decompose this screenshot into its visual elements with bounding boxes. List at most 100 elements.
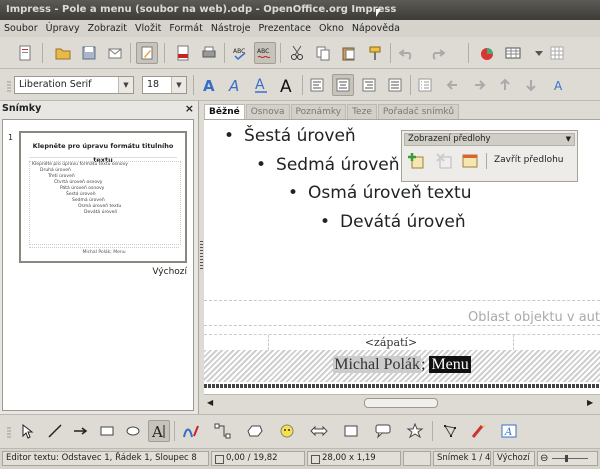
master-view-title-bar[interactable]: Zobrazení předlohy ▼ [404,133,575,146]
callouts-icon[interactable] [372,420,394,442]
zoom-slider[interactable]: ⊖ [537,451,598,466]
menu-napoveda[interactable]: Nápověda [348,23,404,34]
edit-file-icon[interactable] [136,42,158,64]
bold-icon[interactable]: A [198,74,220,96]
menu-nastroje[interactable]: Nástroje [207,23,255,34]
line-arrow-icon[interactable] [70,420,92,442]
arrow-right-icon[interactable] [468,74,490,96]
footer-text[interactable]: Michal Polák; Menu [204,356,600,374]
font-size-combo[interactable]: 18 ▼ [142,76,187,94]
redo-icon[interactable] [426,42,448,64]
horizontal-scrollbar[interactable]: ◀ ▶ [204,394,600,411]
window-title-bar[interactable]: Impress - Pole a menu (soubor na web).od… [0,0,600,20]
menu-zobrazit[interactable]: Zobrazit [84,23,131,34]
toolbar-grip-icon[interactable] [4,77,14,99]
paste-icon[interactable] [338,42,360,64]
autospellcheck-icon[interactable]: ABC [254,42,276,64]
slides-list[interactable]: 1 Klepněte pro úpravu formátu titulního … [2,119,194,411]
close-icon[interactable]: × [185,102,194,115]
select-arrow-icon[interactable] [16,420,38,442]
italic-icon[interactable]: A [224,74,246,96]
scroll-left-icon[interactable]: ◀ [207,398,213,407]
new-master-icon[interactable] [406,151,426,171]
align-left-icon[interactable] [306,74,328,96]
stars-icon[interactable] [404,420,426,442]
zoom-track[interactable] [552,458,588,459]
menu-format[interactable]: Formát [165,23,206,34]
close-master-view-button[interactable]: Zavřít předlohu [494,155,563,165]
mouse-cursor-icon [376,9,381,17]
fontwork-icon[interactable] [468,420,490,442]
rename-master-icon[interactable] [460,151,480,171]
footer-selected-text[interactable]: Menu [429,356,471,373]
splitter-grip-icon[interactable] [200,241,203,271]
menu-prezentace[interactable]: Prezentace [254,23,315,34]
text-frame-icon[interactable]: A [498,420,520,442]
underline-icon[interactable]: A [250,74,272,96]
line-tool-icon[interactable] [44,420,66,442]
outline-level-6[interactable]: • Šestá úroveň [224,126,356,146]
font-name-value: Liberation Serif [19,79,92,90]
justify-icon[interactable] [384,74,406,96]
menu-okno[interactable]: Okno [315,23,348,34]
text-tool-icon[interactable]: A [148,420,170,442]
connector-tool-icon[interactable] [212,420,234,442]
tab-teze[interactable]: Teze [347,104,377,119]
zoom-handle[interactable] [565,455,568,462]
rectangle-tool-icon[interactable] [96,420,118,442]
table-icon[interactable] [502,42,524,64]
bullets-icon[interactable] [414,74,436,96]
export-pdf-icon[interactable] [172,42,194,64]
toolbar-grip-icon[interactable] [4,423,14,445]
points-edit-icon[interactable] [440,420,462,442]
delete-master-icon[interactable] [434,151,454,171]
menu-soubor[interactable]: Soubor [0,23,42,34]
outline-level-9[interactable]: • Devátá úroveň [320,212,466,232]
chevron-down-icon[interactable]: ▼ [171,77,186,93]
chevron-down-icon[interactable]: ▼ [566,134,571,145]
save-icon[interactable] [78,42,100,64]
display-grid-icon[interactable] [546,42,568,64]
open-folder-icon[interactable] [52,42,74,64]
menu-upravy[interactable]: Úpravy [42,23,84,34]
outline-level-8[interactable]: • Osmá úroveň textu [288,183,471,203]
tab-osnova[interactable]: Osnova [245,104,290,119]
tab-poradac-snimku[interactable]: Pořadač snímků [377,104,460,119]
slide-canvas[interactable]: • Šestá úroveň • Sedmá úroveň • Osmá úroveň… [204,119,600,395]
arrow-left-icon[interactable] [442,74,464,96]
symbol-shapes-icon[interactable] [276,420,298,442]
zoom-out-icon[interactable]: ⊖ [540,452,548,465]
chevron-down-icon[interactable]: ▼ [118,77,133,93]
character-icon[interactable]: A [548,74,570,96]
menu-vlozit[interactable]: Vložit [131,23,165,34]
outline-level-7[interactable]: • Sedmá úroveň [256,155,400,175]
basic-shapes-icon[interactable] [244,420,266,442]
flowchart-icon[interactable] [340,420,362,442]
align-right-icon[interactable] [358,74,380,96]
thumb-footer: Michal Polák; Menu [29,247,179,258]
slide-thumbnail[interactable]: Klepněte pro úpravu formátu titulního te… [19,131,187,263]
scroll-thumb[interactable] [364,398,438,408]
ellipse-tool-icon[interactable] [122,420,144,442]
clone-formatting-icon[interactable] [364,42,386,64]
chart-icon[interactable] [476,42,498,64]
print-icon[interactable] [198,42,220,64]
align-center-icon[interactable] [332,74,354,96]
status-master[interactable]: Výchozí [493,451,535,466]
arrow-down-icon[interactable] [520,74,542,96]
new-document-icon[interactable] [14,42,36,64]
cut-icon[interactable] [286,42,308,64]
block-arrows-icon[interactable] [308,420,330,442]
tab-poznamky[interactable]: Poznámky [290,104,347,119]
font-name-combo[interactable]: Liberation Serif ▼ [14,76,134,94]
undo-icon[interactable] [396,42,418,64]
email-icon[interactable] [104,42,126,64]
arrow-up-icon[interactable] [494,74,516,96]
footer-text-frame[interactable]: Michal Polák; Menu [204,350,600,382]
scroll-right-icon[interactable]: ▶ [587,398,593,407]
spellcheck-icon[interactable]: ABC [230,42,252,64]
copy-icon[interactable] [312,42,334,64]
tab-bezne[interactable]: Běžné [204,104,245,119]
font-color-icon[interactable]: A [276,74,298,96]
curve-tool-icon[interactable] [180,420,202,442]
